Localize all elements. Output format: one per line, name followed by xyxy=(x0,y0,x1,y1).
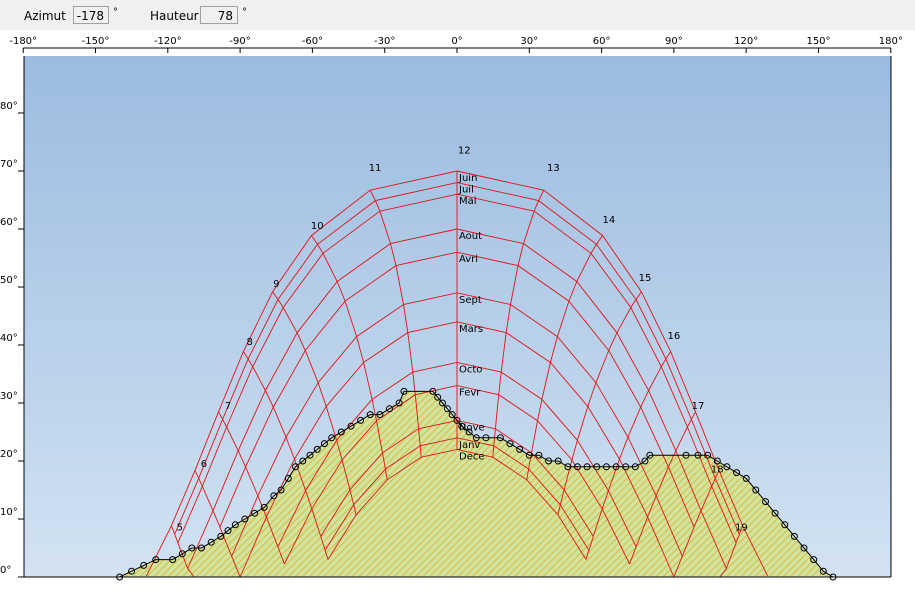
month-label: Aout xyxy=(459,231,482,242)
altitude-tick-label: 0° xyxy=(0,565,11,576)
hour-label: 11 xyxy=(369,163,382,174)
hour-label: 16 xyxy=(668,331,681,342)
azimuth-tick-label: 60° xyxy=(593,36,611,47)
azimuth-tick-label: -120° xyxy=(154,36,182,47)
month-label: Nove xyxy=(459,422,485,433)
azimuth-tick-label: 180° xyxy=(879,36,903,47)
altitude-tick-label: 50° xyxy=(0,275,18,286)
azimut-field[interactable]: -178 xyxy=(73,6,109,24)
azimuth-tick-label: 90° xyxy=(665,36,683,47)
altitude-tick-label: 70° xyxy=(0,159,18,170)
azimuth-tick-label: 30° xyxy=(520,36,538,47)
azimut-unit: ° xyxy=(113,7,118,18)
month-label: Dece xyxy=(459,451,485,462)
month-label: Juin xyxy=(458,173,477,184)
month-label: Mars xyxy=(459,324,483,335)
hour-label: 8 xyxy=(247,337,253,348)
altitude-tick-label: 30° xyxy=(0,391,18,402)
azimuth-tick-label: -180° xyxy=(9,36,37,47)
azimuth-tick-label: 0° xyxy=(451,36,462,47)
month-label: Octo xyxy=(459,364,482,375)
month-label: Sept xyxy=(459,295,482,306)
azimuth-tick-label: 150° xyxy=(806,36,830,47)
altitude-tick-label: 40° xyxy=(0,333,18,344)
altitude-tick-label: 80° xyxy=(0,101,18,112)
hour-label: 19 xyxy=(735,523,748,534)
hour-label: 6 xyxy=(201,459,207,470)
toolbar: Azimut -178 ° Hauteur 78 ° xyxy=(0,0,915,31)
hauteur-field[interactable]: 78 xyxy=(200,6,238,24)
hour-label: 7 xyxy=(225,401,231,412)
azimuth-tick-label: -60° xyxy=(302,36,323,47)
hour-label: 13 xyxy=(547,163,560,174)
azimut-label: Azimut xyxy=(24,9,66,23)
azimuth-tick-label: -30° xyxy=(374,36,395,47)
azimuth-tick-label: -90° xyxy=(229,36,250,47)
hour-label: 9 xyxy=(273,279,279,290)
azimuth-tick-label: -150° xyxy=(82,36,110,47)
month-label: Fevr xyxy=(459,388,481,399)
hour-label: 18 xyxy=(711,465,724,476)
azimuth-tick-label: 120° xyxy=(734,36,758,47)
hour-label: 17 xyxy=(692,401,705,412)
sun-path-diagram[interactable]: -180° -150° -120° -90° -60° -30° 0° 30° 60° 90° 12… xyxy=(0,30,915,600)
hour-label: 12 xyxy=(458,146,471,157)
hour-label: 10 xyxy=(311,221,324,232)
hauteur-label: Hauteur xyxy=(150,9,199,23)
altitude-tick-label: 20° xyxy=(0,449,18,460)
hauteur-unit: ° xyxy=(242,7,247,18)
month-label: Juil xyxy=(458,185,474,196)
month-label: Avri xyxy=(459,254,478,265)
month-label: Mai xyxy=(459,196,477,207)
altitude-tick-label: 10° xyxy=(0,507,18,518)
altitude-tick-label: 60° xyxy=(0,217,18,228)
hour-label: 14 xyxy=(602,215,615,226)
hour-label: 15 xyxy=(639,273,652,284)
hour-label: 5 xyxy=(177,523,183,534)
month-label: Janv xyxy=(458,440,480,451)
